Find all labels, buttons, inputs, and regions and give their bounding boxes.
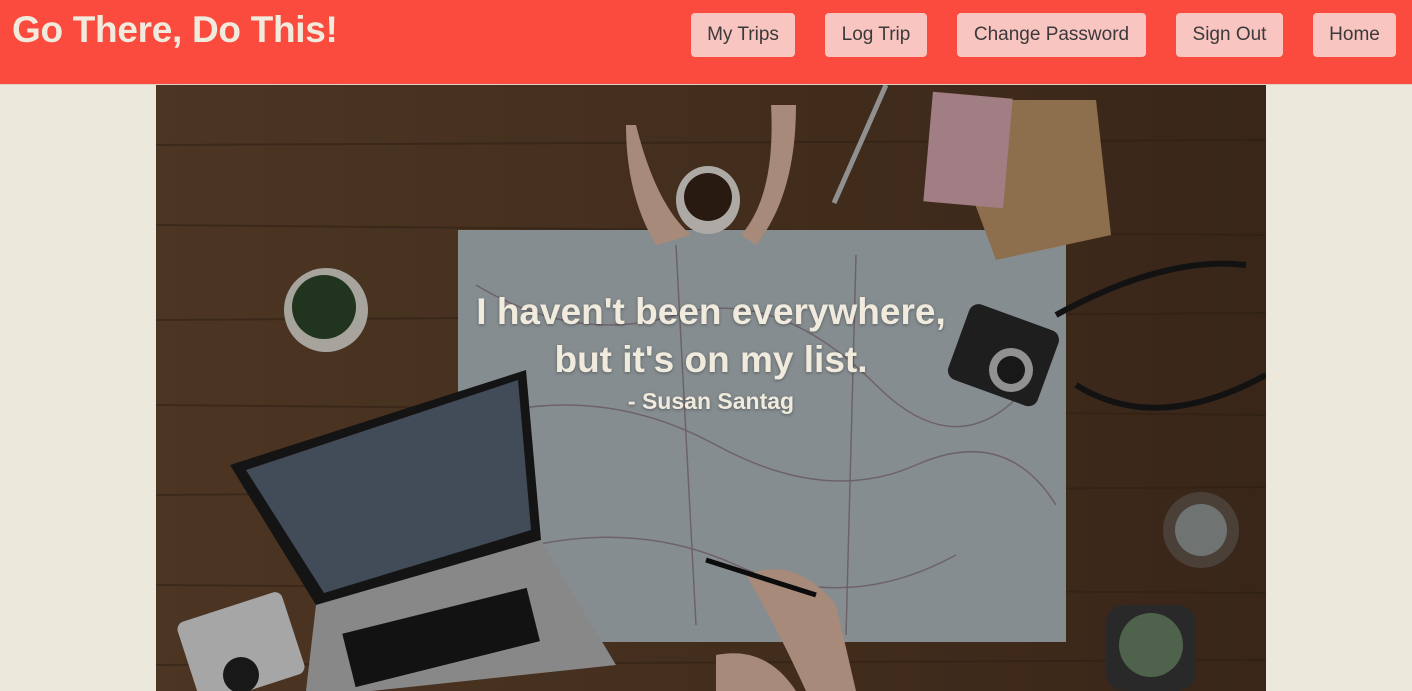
quote-author: - Susan Santag [627,388,795,414]
quote-line-2: but it's on my list. [554,339,868,380]
my-trips-button[interactable]: My Trips [691,13,795,57]
sign-out-button[interactable]: Sign Out [1176,13,1283,57]
log-trip-button[interactable]: Log Trip [825,13,927,57]
hero-quote: I haven't been everywhere, but it's on m… [156,288,1266,415]
quote-line-1: I haven't been everywhere, [476,291,946,332]
home-button[interactable]: Home [1313,13,1396,57]
quote-text: I haven't been everywhere, but it's on m… [156,288,1266,384]
top-navbar: Go There, Do This! My Trips Log Trip Cha… [0,0,1412,85]
change-password-button[interactable]: Change Password [957,13,1146,57]
hero-banner: I haven't been everywhere, but it's on m… [156,85,1266,691]
nav-menu: My Trips Log Trip Change Password Sign O… [0,13,1412,57]
